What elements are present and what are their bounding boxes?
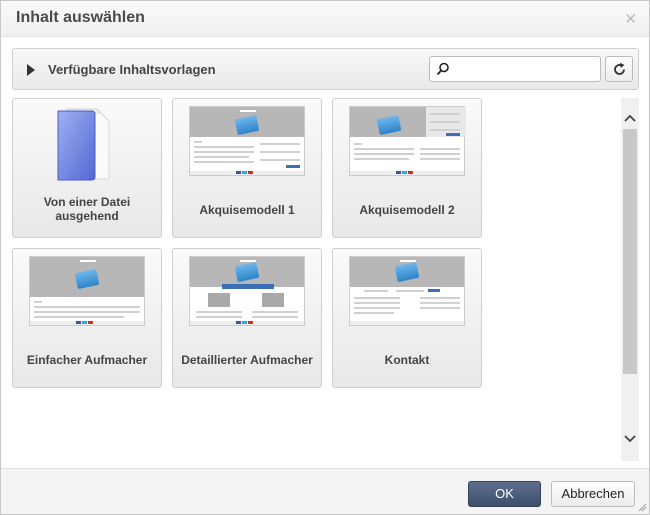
- scrollbar-thumb[interactable]: [623, 129, 637, 374]
- template-tile-akquisemodell-2[interactable]: Akquisemodell 2: [332, 98, 482, 238]
- cancel-button[interactable]: Abbrechen: [551, 481, 635, 507]
- template-thumbnail: [189, 256, 305, 326]
- expand-triangle-icon[interactable]: [27, 64, 35, 76]
- section-title: Verfügbare Inhaltsvorlagen: [48, 62, 216, 77]
- template-thumbnail: [29, 256, 145, 326]
- scroll-up-icon[interactable]: [623, 110, 637, 124]
- template-tile-akquisemodell-1[interactable]: Akquisemodell 1: [172, 98, 322, 238]
- select-content-dialog: Inhalt auswählen ✕ Verfügbare Inhaltsvor…: [0, 0, 650, 515]
- templates-grid: Von einer Datei ausgehend Akquisemodell …: [1, 96, 621, 466]
- dialog-title: Inhalt auswählen: [16, 9, 145, 26]
- template-thumbnail: [189, 106, 305, 176]
- folder-icon: [57, 108, 110, 181]
- templates-section-header[interactable]: Verfügbare Inhaltsvorlagen: [12, 48, 639, 90]
- template-tile-detaillierter-aufmacher[interactable]: Detaillierter Aufmacher: [172, 248, 322, 388]
- search-box[interactable]: [429, 56, 601, 82]
- refresh-button[interactable]: [605, 56, 633, 82]
- dialog-footer: OK Abbrechen: [1, 468, 649, 514]
- tile-label: Detaillierter Aufmacher: [181, 353, 313, 367]
- resize-grip-icon[interactable]: [637, 502, 647, 512]
- template-tile-einfacher-aufmacher[interactable]: Einfacher Aufmacher: [12, 248, 162, 388]
- template-tile-kontakt[interactable]: Kontakt: [332, 248, 482, 388]
- search-icon: [436, 62, 449, 76]
- tile-label: Von einer Datei ausgehend: [43, 195, 131, 223]
- ok-button[interactable]: OK: [468, 481, 541, 507]
- tile-label: Akquisemodell 1: [199, 203, 295, 217]
- template-tile-from-file[interactable]: Von einer Datei ausgehend: [12, 98, 162, 238]
- dialog-titlebar[interactable]: Inhalt auswählen ✕: [1, 1, 649, 37]
- tile-label: Einfacher Aufmacher: [26, 353, 148, 367]
- tile-label: Akquisemodell 2: [359, 203, 455, 217]
- template-thumbnail: [349, 106, 466, 176]
- search-input[interactable]: [452, 60, 596, 78]
- close-icon[interactable]: ✕: [624, 10, 637, 28]
- vertical-scrollbar[interactable]: [621, 98, 639, 461]
- template-thumbnail: [349, 256, 465, 326]
- refresh-icon: [614, 62, 625, 75]
- scroll-down-icon[interactable]: [623, 431, 637, 445]
- tile-label: Kontakt: [384, 353, 430, 367]
